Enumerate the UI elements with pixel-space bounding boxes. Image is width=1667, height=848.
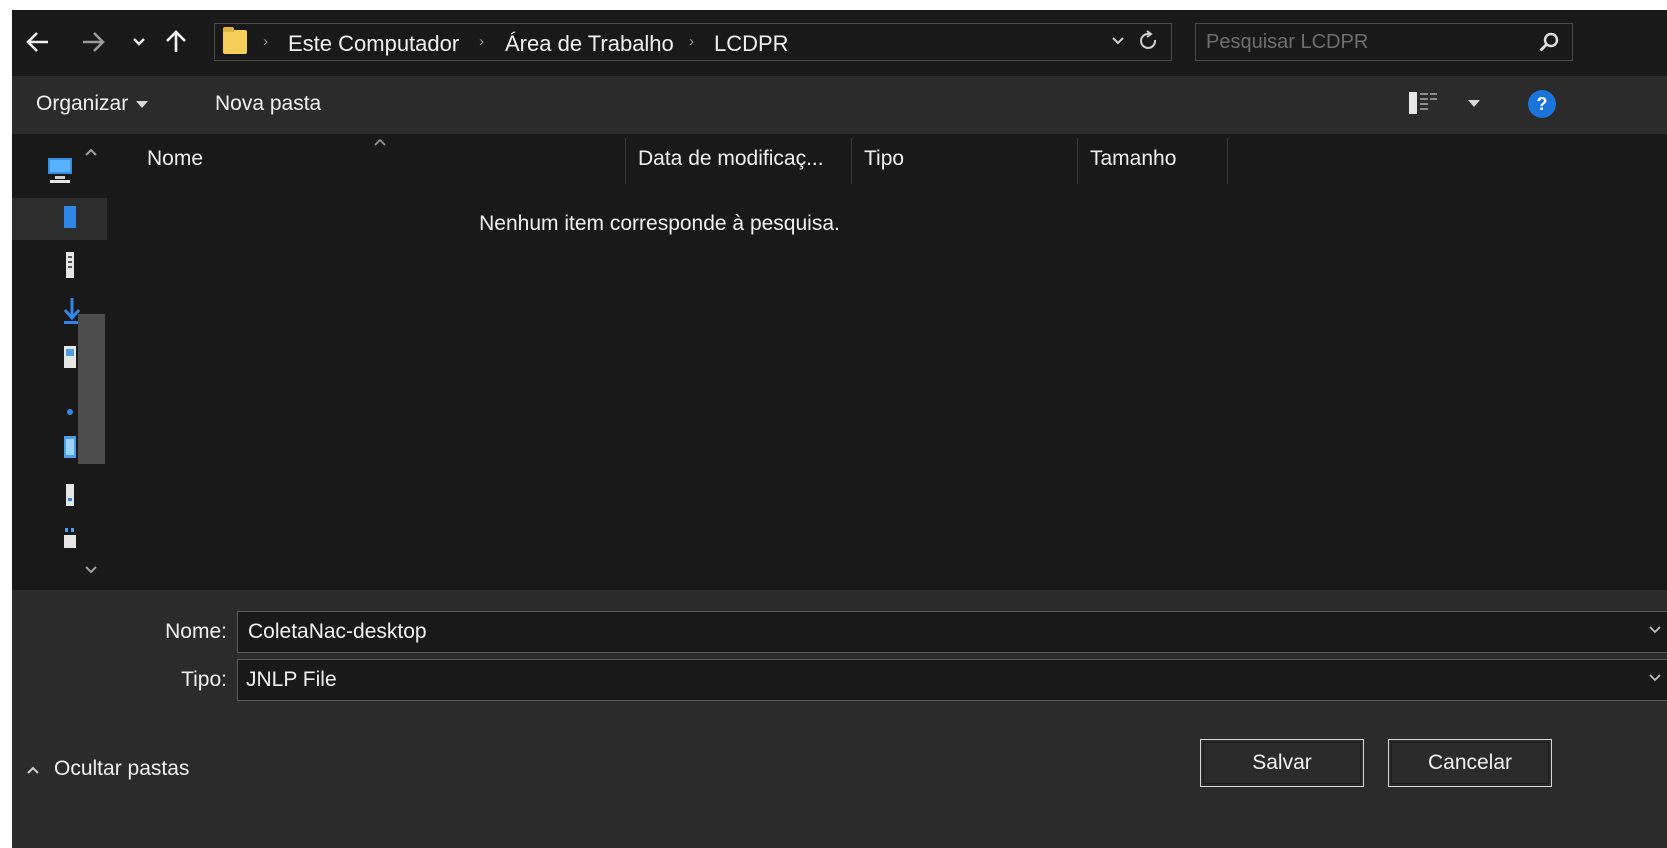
- navigation-pane[interactable]: [12, 134, 107, 590]
- breadcrumb-item[interactable]: LCDPR: [714, 31, 789, 57]
- filename-input[interactable]: [248, 619, 1628, 645]
- column-header-modified[interactable]: Data de modificaç...: [638, 148, 824, 192]
- toolbar: Organizar Nova pasta ?: [12, 76, 1667, 134]
- file-list[interactable]: Nome Data de modificaç... Tipo Tamanho N…: [107, 134, 1667, 590]
- images-icon[interactable]: [62, 344, 78, 370]
- address-bar[interactable]: › Este Computador › Área de Trabalho › L…: [214, 23, 1172, 61]
- local-disk-icon[interactable]: [62, 482, 78, 508]
- hide-folders-label: Ocultar pastas: [54, 757, 190, 780]
- column-separator[interactable]: [1227, 138, 1228, 184]
- downloads-icon[interactable]: [62, 296, 81, 324]
- search-icon[interactable]: [1538, 31, 1560, 58]
- refresh-icon[interactable]: [1139, 30, 1159, 58]
- scroll-up-icon[interactable]: [84, 144, 98, 160]
- address-history-chevron-down-icon[interactable]: [1111, 33, 1125, 51]
- cancel-button-label: Cancelar: [1427, 751, 1513, 774]
- scroll-down-icon[interactable]: [84, 562, 98, 578]
- view-options-icon[interactable]: [1409, 92, 1437, 114]
- desktop-icon[interactable]: [62, 204, 78, 230]
- breadcrumb-separator-icon: ›: [689, 33, 694, 50]
- filetype-label: Tipo:: [181, 668, 227, 691]
- breadcrumb-separator-icon: ›: [479, 33, 484, 50]
- main-area: Nome Data de modificaç... Tipo Tamanho N…: [12, 134, 1667, 590]
- column-separator[interactable]: [625, 138, 626, 184]
- column-header-type[interactable]: Tipo: [864, 148, 904, 192]
- column-header-name[interactable]: Nome: [147, 148, 203, 192]
- cancel-button[interactable]: Cancelar: [1388, 739, 1552, 787]
- back-arrow-icon[interactable]: [24, 24, 52, 60]
- documents-icon[interactable]: [62, 250, 78, 278]
- chevron-down-icon[interactable]: [1648, 670, 1662, 688]
- view-options-chevron-down-icon[interactable]: [1468, 100, 1480, 107]
- folder-icon: [223, 27, 247, 54]
- filename-label: Nome:: [165, 620, 227, 643]
- breadcrumb-item[interactable]: Este Computador: [288, 31, 459, 57]
- filetype-value: JNLP File: [246, 668, 337, 691]
- chevron-up-icon: [26, 762, 40, 780]
- sort-ascending-icon: [373, 134, 387, 150]
- music-icon[interactable]: [62, 396, 78, 422]
- organize-label: Organizar: [36, 92, 129, 115]
- column-separator[interactable]: [1077, 138, 1078, 184]
- column-header-size[interactable]: Tamanho: [1090, 148, 1176, 192]
- nav-pane-selected-item[interactable]: [12, 198, 107, 240]
- up-arrow-icon[interactable]: [162, 24, 190, 60]
- new-folder-button[interactable]: Nova pasta: [215, 92, 321, 116]
- column-separator[interactable]: [851, 138, 852, 184]
- network-drive-icon[interactable]: [62, 526, 78, 552]
- forward-arrow-icon[interactable]: [79, 24, 107, 60]
- caret-down-icon: [136, 100, 149, 108]
- breadcrumb-separator-icon: ›: [263, 33, 268, 50]
- save-button-label: Salvar: [1252, 751, 1312, 774]
- navigation-bar: › Este Computador › Área de Trabalho › L…: [12, 10, 1667, 76]
- save-form: Nome: Tipo: JNLP File Ocultar pastas Sal…: [12, 590, 1667, 848]
- search-box[interactable]: [1195, 23, 1573, 61]
- videos-icon[interactable]: [62, 432, 78, 458]
- hide-folders-button[interactable]: Ocultar pastas: [26, 757, 189, 781]
- filename-combobox[interactable]: [237, 611, 1667, 653]
- organize-menu-button[interactable]: Organizar: [36, 92, 149, 116]
- search-input[interactable]: [1206, 30, 1506, 54]
- computer-icon[interactable]: [48, 156, 78, 183]
- chevron-down-icon[interactable]: [1648, 622, 1662, 640]
- breadcrumb-item[interactable]: Área de Trabalho: [505, 31, 674, 57]
- filetype-select[interactable]: JNLP File: [237, 659, 1667, 701]
- recent-locations-chevron-down-icon[interactable]: [125, 24, 153, 60]
- nav-pane-scrollbar-thumb[interactable]: [78, 314, 105, 464]
- save-dialog: › Este Computador › Área de Trabalho › L…: [12, 10, 1667, 848]
- help-icon[interactable]: ?: [1528, 90, 1556, 118]
- save-button[interactable]: Salvar: [1200, 739, 1364, 787]
- empty-results-message: Nenhum item corresponde à pesquisa.: [479, 212, 840, 235]
